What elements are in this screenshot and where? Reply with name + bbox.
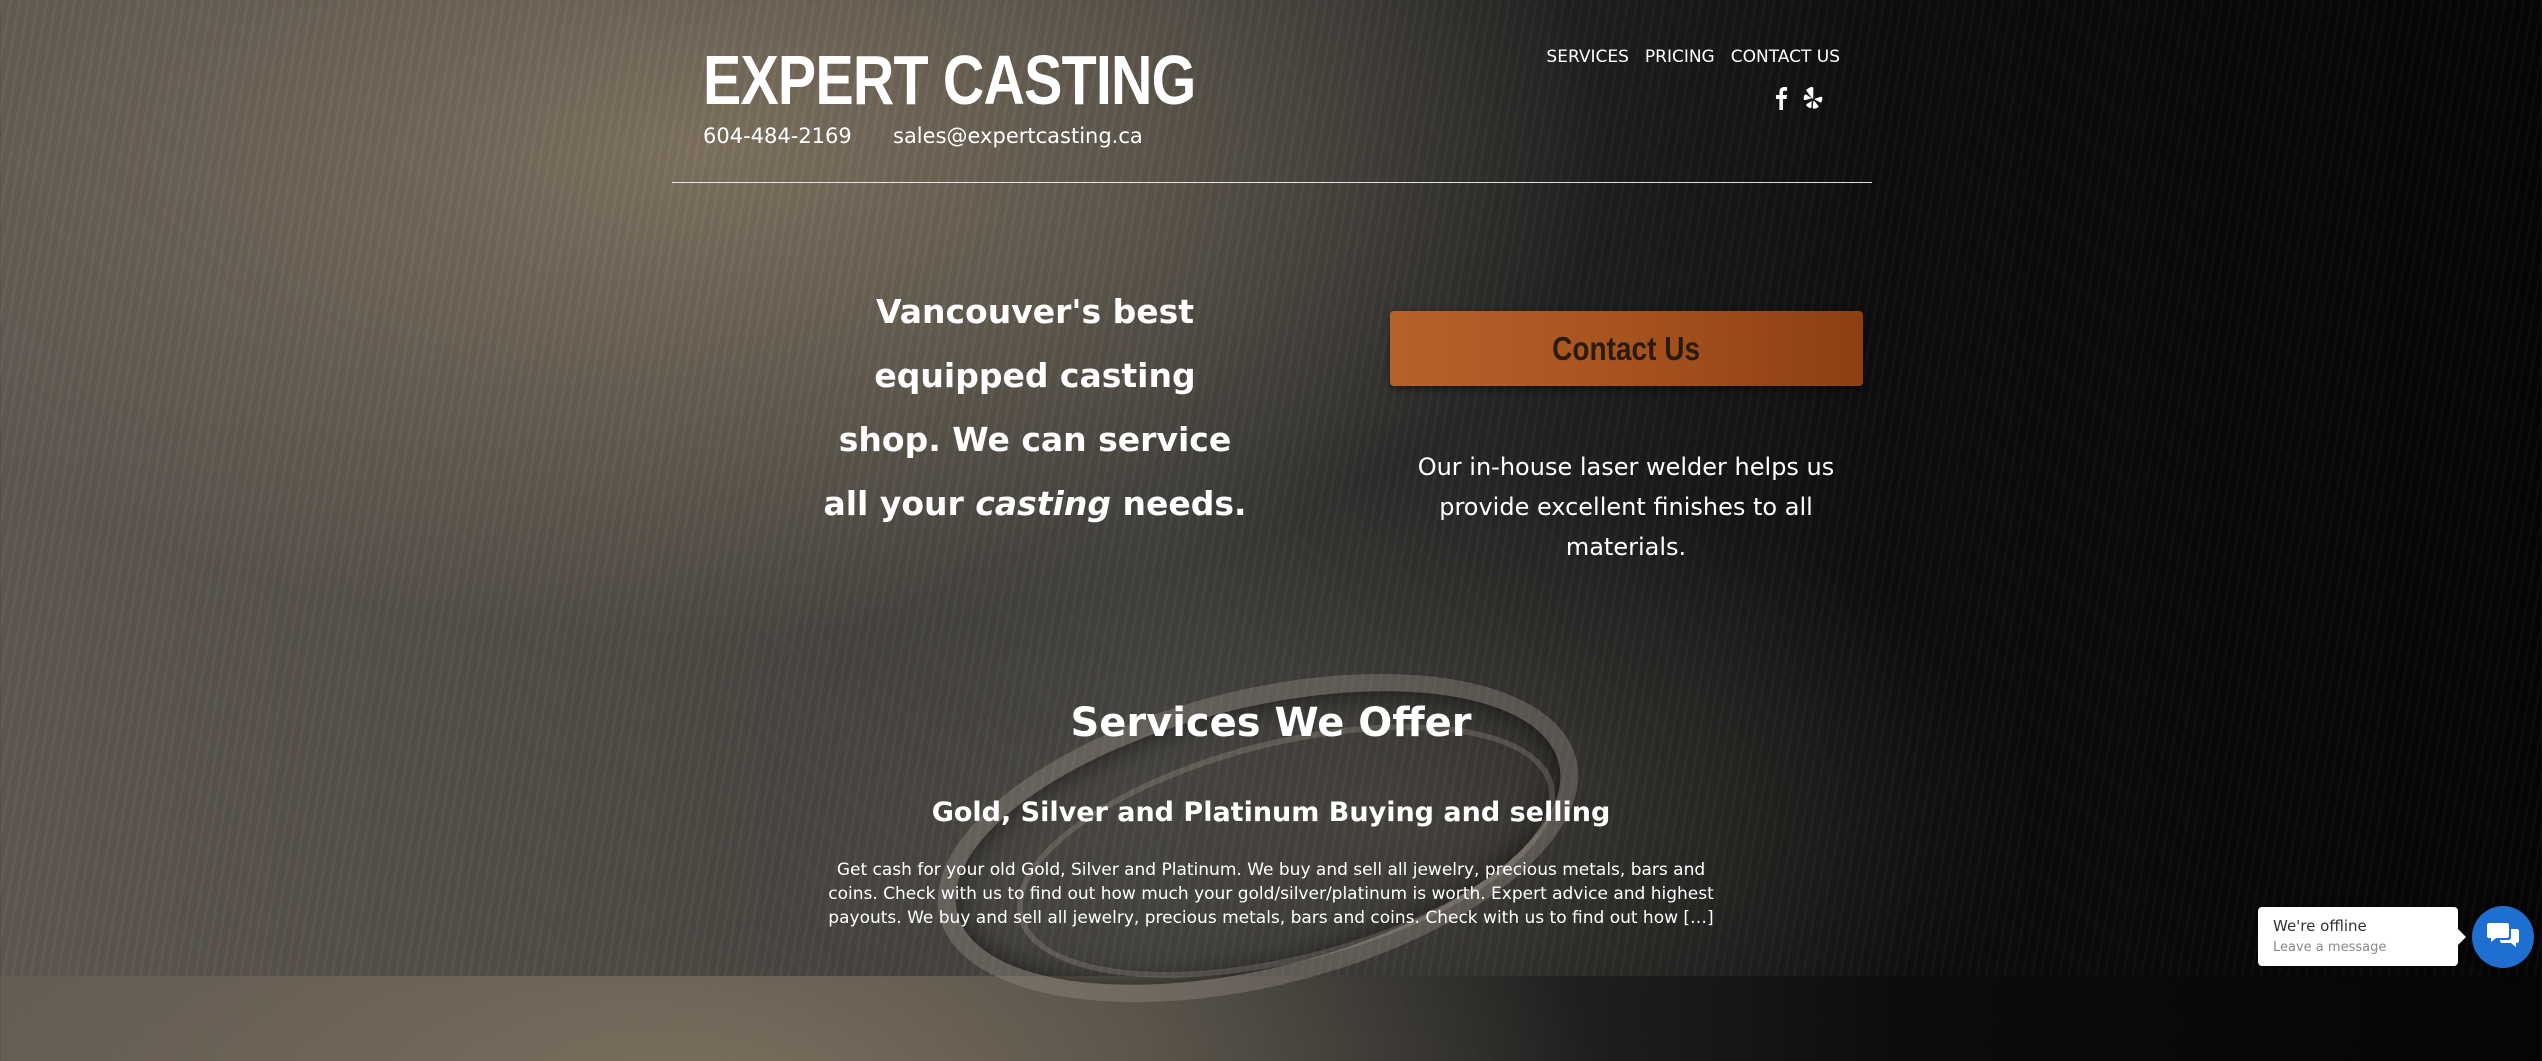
contact-us-button-label: Contact Us [1552, 329, 1701, 367]
chat-offline-bubble[interactable]: We're offline Leave a message [2258, 907, 2458, 966]
main-nav: SERVICES PRICING CONTACT US [1546, 47, 1840, 67]
header-divider [672, 182, 1872, 183]
chat-icon [2486, 920, 2520, 954]
tagline-emphasis: casting [975, 484, 1111, 523]
yelp-icon[interactable] [1802, 86, 1824, 114]
email-address[interactable]: sales@expertcasting.ca [893, 122, 1143, 150]
hero-tagline: Vancouver's best equipped casting shop. … [820, 280, 1250, 536]
services-title: Services We Offer [1070, 700, 1472, 746]
nav-pricing[interactable]: PRICING [1645, 47, 1715, 67]
chat-bubble-arrow [2458, 929, 2466, 945]
laser-welder-text: Our in-house laser welder helps us provi… [1417, 453, 1835, 561]
chat-prompt: Leave a message [2273, 940, 2387, 955]
facebook-icon[interactable] [1774, 86, 1788, 114]
contact-us-button[interactable]: Contact Us [1390, 311, 1863, 386]
chat-status: We're offline [2273, 917, 2367, 935]
service-subtitle[interactable]: Gold, Silver and Platinum Buying and sel… [0, 795, 2542, 831]
nav-services[interactable]: SERVICES [1546, 47, 1628, 67]
background-ring-image [903, 615, 1613, 1061]
service-description: Get cash for your old Gold, Silver and P… [828, 860, 1714, 928]
site-logo[interactable]: EXPERT CASTING [703, 40, 1196, 120]
nav-contact-us[interactable]: CONTACT US [1731, 47, 1840, 67]
tagline-text-end: needs. [1110, 484, 1247, 523]
chat-button[interactable] [2472, 906, 2534, 968]
social-links [1774, 86, 1824, 114]
phone-number[interactable]: 604-484-2169 [703, 122, 852, 150]
